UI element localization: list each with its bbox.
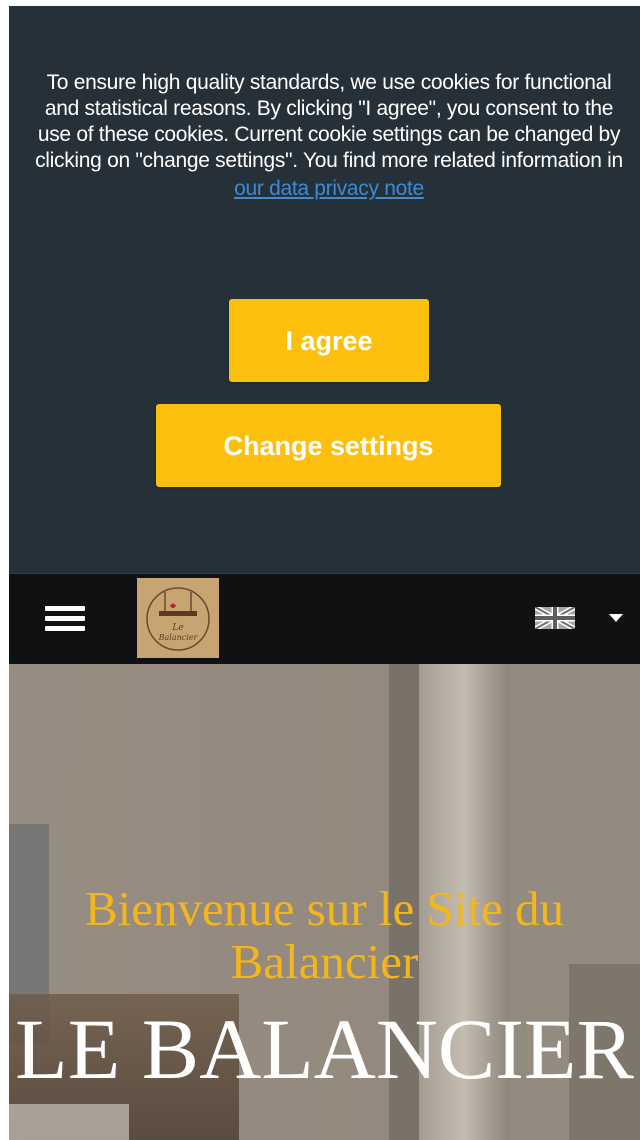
uk-flag-icon [535, 607, 575, 629]
top-navbar: Le Balancier [9, 573, 640, 664]
change-settings-button[interactable]: Change settings [156, 404, 501, 487]
cookie-message: To ensure high quality standards, we use… [29, 70, 629, 204]
page-frame: To ensure high quality standards, we use… [9, 0, 640, 1140]
site-title: LE BALANCIER [15, 1001, 634, 1097]
svg-text:Balancier: Balancier [158, 633, 199, 642]
language-selector[interactable] [535, 604, 630, 634]
welcome-heading: Bienvenue sur le Site du Balancier [84, 881, 565, 989]
site-logo[interactable]: Le Balancier [137, 578, 219, 658]
privacy-note-link[interactable]: our data privacy note [29, 174, 629, 204]
hamburger-menu-icon[interactable] [45, 606, 87, 634]
caret-down-icon[interactable] [609, 614, 623, 622]
cookie-consent-banner: To ensure high quality standards, we use… [9, 0, 640, 573]
agree-button[interactable]: I agree [229, 299, 429, 382]
svg-text:Le: Le [171, 623, 183, 633]
cookie-message-text: To ensure high quality standards, we use… [35, 71, 623, 172]
hero-section: Bienvenue sur le Site du Balancier LE BA… [9, 664, 640, 1140]
le-balancier-logo-icon: Le Balancier [137, 578, 219, 658]
